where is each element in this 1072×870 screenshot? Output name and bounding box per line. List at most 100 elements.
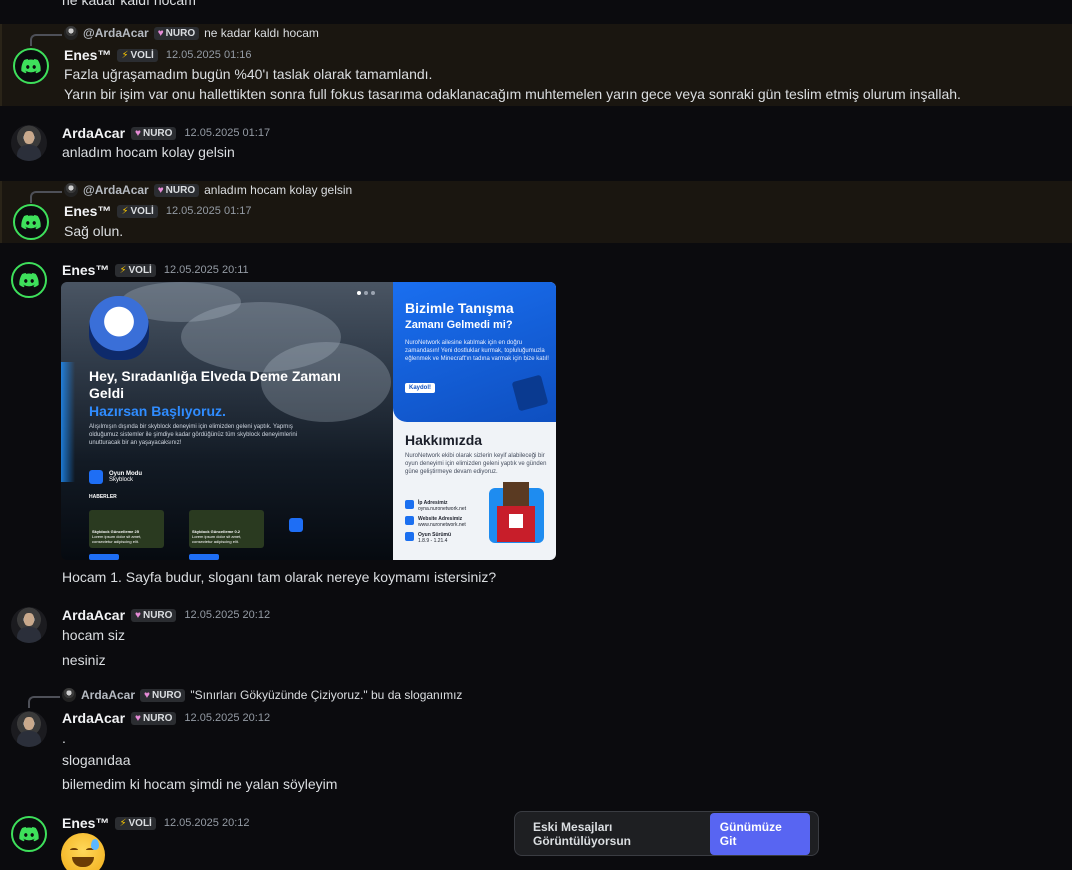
reply-preview[interactable]: @ArdaAcar ♥ NURO anladım hocam kolay gels… bbox=[30, 183, 353, 203]
reply-spine bbox=[30, 191, 62, 203]
join-title: Bizimle Tanışma bbox=[405, 300, 514, 316]
news-card: Skyblock Güncelleme 25 Lorem ipsum dolor … bbox=[89, 510, 164, 548]
reply-author[interactable]: ArdaAcar bbox=[81, 688, 135, 702]
news-card: Skyblock Güncelleme 0.2 Lorem ipsum dolor… bbox=[189, 510, 264, 548]
jump-to-present-button[interactable]: Günümüze Git bbox=[709, 812, 810, 855]
reply-spine bbox=[30, 34, 62, 46]
role-badge: ⚡ VOLİ bbox=[117, 48, 158, 62]
discord-icon bbox=[19, 272, 39, 288]
avatar[interactable] bbox=[11, 262, 47, 298]
reply-text: ne kadar kaldı hocam bbox=[204, 26, 319, 40]
message-text: . bbox=[62, 730, 66, 746]
minecraft-skin bbox=[489, 482, 544, 550]
design-subtitle: Hazırsan Başlıyoruz. bbox=[89, 403, 226, 419]
timestamp: 12.05.2025 20:12 bbox=[163, 817, 250, 829]
design-description: Alışılmışın dışında bir skyblock deneyim… bbox=[89, 424, 298, 446]
join-button: Kaydol! bbox=[405, 383, 436, 393]
sweat-smile-emoji-icon bbox=[61, 833, 105, 870]
message-item[interactable]: @ArdaAcar ♥ NURO anladım hocam kolay gels… bbox=[0, 181, 1072, 243]
join-description: NuroNetwork ailesine katılmak için en do… bbox=[405, 340, 549, 362]
old-messages-label: Eski Mesajları Görüntülüyorsun bbox=[533, 819, 631, 848]
timestamp: 12.05.2025 20:12 bbox=[184, 712, 271, 724]
message-text: Fazla uğraşamadım bugün %40'ı taslak ola… bbox=[64, 66, 433, 82]
role-badge: ⚡ VOLİ bbox=[115, 263, 156, 277]
message-item[interactable]: ArdaAcar ♥ NURO "Sınırları Gökyüzünde Çiz… bbox=[0, 686, 1072, 796]
reply-text: anladım hocam kolay gelsin bbox=[204, 183, 353, 197]
ip-info: İp Adresimiz oyna.nuronetwork.net bbox=[405, 500, 466, 512]
version-info: Oyun Sürümü 1.8.9 - 1.21.4 bbox=[405, 532, 451, 544]
avatar[interactable] bbox=[11, 816, 47, 852]
avatar[interactable] bbox=[11, 125, 47, 161]
message-text: nesiniz bbox=[62, 652, 106, 668]
avatar[interactable] bbox=[11, 607, 47, 643]
author-name[interactable]: Enes™ bbox=[62, 262, 109, 278]
message-text: hocam siz bbox=[62, 627, 126, 643]
role-badge: ⚡ VOLİ bbox=[117, 204, 158, 218]
message-text: Sağ olun. bbox=[64, 223, 124, 239]
message-text: bilemedim ki hocam şimdi ne yalan söyley… bbox=[62, 776, 338, 792]
role-badge: ⚡ VOLİ bbox=[115, 816, 156, 830]
heart-icon: ♥ bbox=[135, 712, 141, 724]
message-text: anladım hocam kolay gelsin bbox=[62, 144, 235, 160]
role-badge: ♥ NURO bbox=[153, 26, 200, 40]
heart-icon: ♥ bbox=[157, 184, 164, 196]
reply-preview[interactable]: @ArdaAcar ♥ NURO ne kadar kaldı hocam bbox=[30, 26, 319, 46]
lightning-icon: ⚡ bbox=[119, 817, 127, 829]
message-item[interactable]: ArdaAcar ♥ NURO 12.05.2025 20:12 hocam si… bbox=[0, 604, 1072, 674]
old-messages-bar: Eski Mesajları Görüntülüyorsun Günümüze … bbox=[514, 811, 819, 856]
eagle-logo bbox=[89, 296, 149, 360]
game-mode: Oyun Modu Skyblock bbox=[89, 470, 142, 484]
reply-spine bbox=[28, 696, 60, 708]
timestamp: 12.05.2025 01:16 bbox=[165, 49, 252, 61]
heart-icon: ♥ bbox=[135, 609, 141, 621]
discord-icon bbox=[19, 826, 39, 842]
author-name[interactable]: ArdaAcar bbox=[62, 125, 125, 141]
web-icon bbox=[405, 516, 414, 525]
author-name[interactable]: Enes™ bbox=[62, 815, 109, 831]
message-item[interactable]: ArdaAcar ♥ NURO 12.05.2025 01:17 anladım … bbox=[0, 122, 1072, 168]
play-icon bbox=[89, 470, 103, 484]
heart-icon: ♥ bbox=[157, 27, 164, 39]
role-badge: ♥ NURO bbox=[131, 711, 177, 725]
carousel-dots bbox=[357, 291, 375, 295]
reply-author[interactable]: @ArdaAcar bbox=[83, 26, 149, 40]
next-arrow-icon bbox=[289, 518, 303, 532]
author-name[interactable]: Enes™ bbox=[64, 47, 111, 63]
globe-icon bbox=[405, 500, 414, 509]
author-name[interactable]: ArdaAcar bbox=[62, 710, 125, 726]
message-text: sloganıdaa bbox=[62, 752, 131, 768]
avatar[interactable] bbox=[13, 204, 49, 240]
message-text: Yarın bir işim var onu hallettikten sonr… bbox=[64, 86, 961, 102]
reply-author[interactable]: @ArdaAcar bbox=[83, 183, 149, 197]
avatar[interactable] bbox=[13, 48, 49, 84]
role-badge: ♥ NURO bbox=[140, 688, 186, 702]
join-subtitle: Zamanı Gelmedi mi? bbox=[405, 319, 513, 331]
heart-icon: ♥ bbox=[144, 689, 150, 701]
heart-icon: ♥ bbox=[135, 127, 141, 139]
reply-text: "Sınırları Gökyüzünde Çiziyoruz." bu da … bbox=[190, 688, 463, 702]
lightning-icon: ⚡ bbox=[121, 49, 129, 61]
news-label: HABERLER bbox=[89, 494, 117, 500]
web-info: Website Adresimiz www.nuronetwork.net bbox=[405, 516, 466, 528]
image-attachment[interactable]: Hey, Sıradanlığa Elveda Deme Zamanı Geld… bbox=[61, 282, 556, 560]
design-title: Hey, Sıradanlığa Elveda Deme Zamanı Geld… bbox=[89, 368, 341, 401]
reply-avatar bbox=[62, 688, 76, 702]
message-text: ne kadar kaldı hocam bbox=[62, 0, 196, 8]
about-description: NuroNetwork ekibi olarak sizlerin keyif … bbox=[405, 453, 547, 475]
version-icon bbox=[405, 532, 414, 541]
role-badge: ♥ NURO bbox=[153, 183, 200, 197]
image-caption: Hocam 1. Sayfa budur, sloganı tam olarak… bbox=[62, 569, 497, 585]
design-right-panel: Bizimle Tanışma Zamanı Gelmedi mi? NuroN… bbox=[393, 282, 556, 560]
timestamp: 12.05.2025 20:12 bbox=[184, 609, 271, 621]
lightning-icon: ⚡ bbox=[119, 264, 127, 276]
role-badge: ♥ NURO bbox=[131, 608, 177, 622]
timestamp: 12.05.2025 20:11 bbox=[163, 264, 249, 276]
timestamp: 12.05.2025 01:17 bbox=[184, 127, 271, 139]
chat-scroller[interactable]: ne kadar kaldı hocam @ArdaAcar ♥ NURO ne … bbox=[0, 0, 1072, 870]
author-name[interactable]: ArdaAcar bbox=[62, 607, 125, 623]
message-item[interactable]: @ArdaAcar ♥ NURO ne kadar kaldı hocam Ene… bbox=[0, 24, 1072, 106]
reply-preview[interactable]: ArdaAcar ♥ NURO "Sınırları Gökyüzünde Çiz… bbox=[28, 688, 463, 708]
lightning-icon: ⚡ bbox=[121, 205, 129, 217]
author-name[interactable]: Enes™ bbox=[64, 203, 111, 219]
avatar[interactable] bbox=[11, 711, 47, 747]
